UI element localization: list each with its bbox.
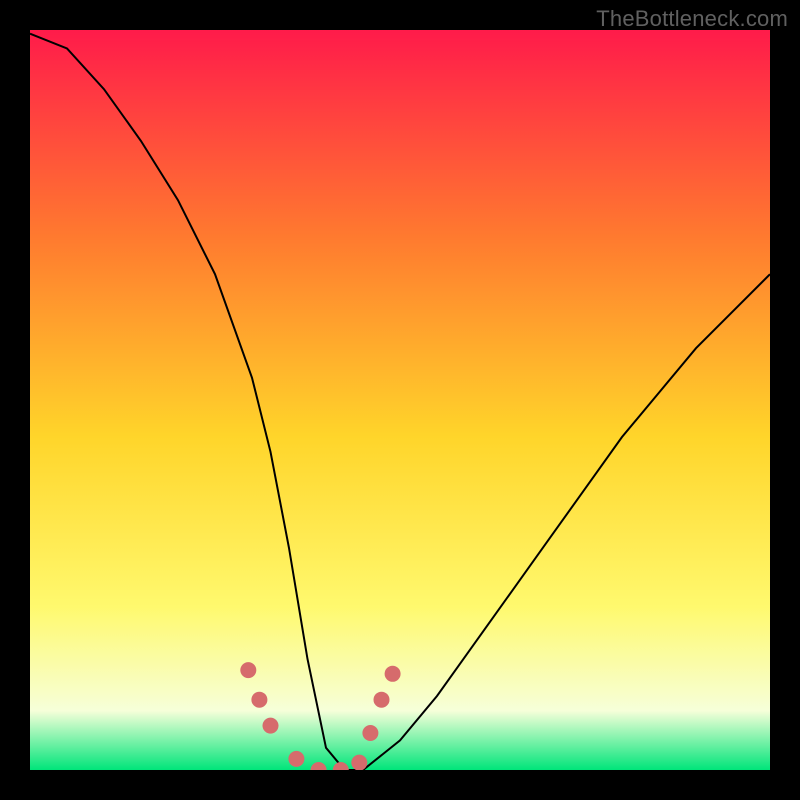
bottleneck-marker	[351, 755, 367, 770]
bottleneck-plot	[30, 30, 770, 770]
bottleneck-marker	[385, 666, 401, 682]
watermark-text: TheBottleneck.com	[596, 6, 788, 32]
bottleneck-marker	[251, 692, 267, 708]
bottleneck-marker	[263, 718, 279, 734]
plot-svg	[30, 30, 770, 770]
chart-frame: TheBottleneck.com	[0, 0, 800, 800]
bottleneck-marker	[288, 751, 304, 767]
bottleneck-marker	[362, 725, 378, 741]
bottleneck-marker	[374, 692, 390, 708]
bottleneck-marker	[240, 662, 256, 678]
